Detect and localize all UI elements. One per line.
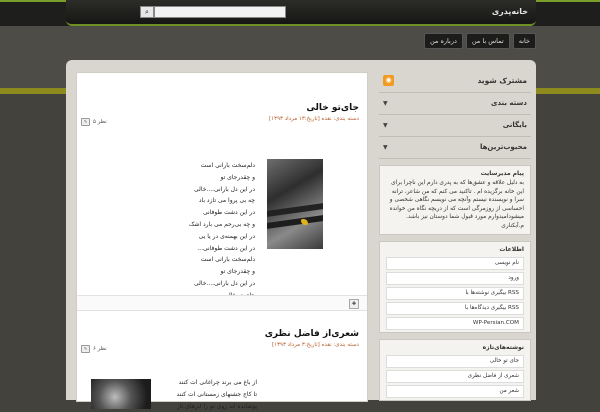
poem-line: دلم‌سخت بارانی است: [200, 256, 255, 264]
post-meta: [تاریخ:۳ مرداد ۱۳۹۳] دسته بندی: نقده: [271, 342, 359, 348]
comment-icon: ✎: [81, 118, 90, 126]
sidebar-item-label: دسته بندی: [491, 99, 527, 107]
nav-tab-contact[interactable]: تماس با من: [465, 33, 510, 49]
chevron-down-icon: ▼: [383, 144, 388, 151]
recent-post-link[interactable]: شعری از فاضل نظری: [386, 370, 524, 383]
recent-post-link[interactable]: شعر من: [386, 385, 524, 398]
posts-column: جای‌تو خالی [تاریخ:۱۳ مرداد ۱۳۹۳] دسته ب…: [76, 72, 368, 410]
info-box: اطلاعات نام‌ نویسی ورود بیگیری نوشته‌ها …: [379, 241, 531, 333]
post-footer: ✚: [77, 295, 367, 311]
nav-tab-home[interactable]: خانه: [512, 33, 536, 49]
search-icon[interactable]: ⌕: [140, 6, 154, 18]
wp-persian-link[interactable]: WP-Persian.COM: [386, 317, 524, 330]
poem-line: در این دل بارانی....خالی: [194, 185, 255, 193]
post-body: از باغ می برند چراغانی ات کنند تا کاج جش…: [97, 377, 257, 412]
register-link[interactable]: نام‌ نویسی: [386, 257, 524, 270]
site-title[interactable]: خانه‌پدری: [492, 7, 528, 16]
post-title[interactable]: شعری‌از فاضل نظری: [265, 329, 359, 339]
recent-posts-title: نوشته‌های‌تازه: [482, 344, 524, 351]
comments-link[interactable]: ✎ ۶ نظر: [81, 345, 107, 353]
post-body: دلم‌سخت بارانی است و چقدرجای تو در این د…: [105, 160, 255, 313]
comments-rss-link[interactable]: بیگیری دیدگاه‌ها با RSS: [386, 302, 524, 315]
poem-line: و چقدرجای تو: [220, 268, 255, 276]
poem-line: از باغ می برند چراغانی ات کنند: [178, 379, 257, 386]
comments-link[interactable]: ✎ ۵ نظر: [81, 118, 107, 126]
search-input[interactable]: [154, 6, 286, 18]
posts-rss-link[interactable]: بیگیری نوشته‌ها با RSS: [386, 287, 524, 300]
poem-line: پوشانده اند روی تو را ابرهای تار: [176, 402, 257, 410]
comments-count: ۵ نظر: [93, 119, 107, 125]
admin-notice-text: به دلیل علاقه و عشق‌ها که به پدری دارم ا…: [389, 180, 524, 229]
chevron-down-icon: ▼: [383, 122, 388, 129]
post-image: [267, 159, 323, 249]
comment-icon: ✎: [81, 345, 90, 353]
poem-line: در این دشت طوفانی: [202, 209, 255, 217]
poem-line: در این دشت طوفانی...: [197, 244, 255, 252]
sidebar-item-archive[interactable]: ▼ بایگانی: [379, 115, 531, 137]
header: خانه‌پدری ⌕: [66, 0, 536, 26]
login-link[interactable]: ورود: [386, 272, 524, 285]
poem-line: دلم‌سخت بارانی است: [200, 162, 255, 169]
poem-line: در این بهمنه‌ی در یا یی: [198, 232, 255, 240]
sidebar-item-popular[interactable]: ▼ محبوب‌ترین‌ها: [379, 137, 531, 159]
poem-line: چه بی پروا می تازد باد: [198, 197, 255, 205]
poem-line: در این دل بارانی....خالی: [194, 279, 255, 287]
admin-notice-title: پیام مدیرسایت: [480, 170, 524, 177]
chevron-down-icon: ▼: [383, 100, 388, 107]
post-meta: [تاریخ:۱۳ مرداد ۱۳۹۳] دسته بندی: نقده: [269, 116, 359, 122]
sidebar-item-label: محبوب‌ترین‌ها: [479, 143, 527, 151]
poem-line: تا کاج جشنهای زمستانی ات کنند: [176, 390, 257, 398]
sidebar-item-categories[interactable]: ▼ دسته بندی: [379, 93, 531, 115]
sidebar-item-label: بایگانی: [502, 121, 527, 129]
post-title[interactable]: جای‌تو خالی: [306, 103, 359, 113]
sidebar: ◉ مشترک شوید ▼ دسته بندی ▼ بایگانی ▼ محب…: [379, 70, 531, 401]
content-area: جای‌تو خالی [تاریخ:۱۳ مرداد ۱۳۹۳] دسته ب…: [66, 60, 536, 410]
recent-post-link[interactable]: جای تو خالی: [386, 355, 524, 368]
recent-posts-box: نوشته‌های‌تازه جای تو خالی شعری از فاضل …: [379, 339, 531, 401]
nav-tab-about[interactable]: درباره من: [423, 33, 463, 49]
admin-notice-box: پیام مدیرسایت به دلیل علاقه و عشق‌ها که …: [379, 165, 531, 235]
comments-count: ۶ نظر: [93, 346, 107, 352]
subscribe-row[interactable]: ◉ مشترک شوید: [379, 70, 531, 93]
poem-line: و چه بی‌رحم می بارد اشک: [189, 220, 255, 228]
main-nav: درباره من تماس با من خانه: [423, 33, 536, 49]
subscribe-label: مشترک شوید: [477, 76, 527, 85]
poem-line: و چقدرجای تو: [220, 173, 255, 181]
info-title: اطلاعات: [499, 246, 524, 253]
share-icon[interactable]: ✚: [349, 299, 359, 309]
rss-icon[interactable]: ◉: [383, 75, 394, 86]
